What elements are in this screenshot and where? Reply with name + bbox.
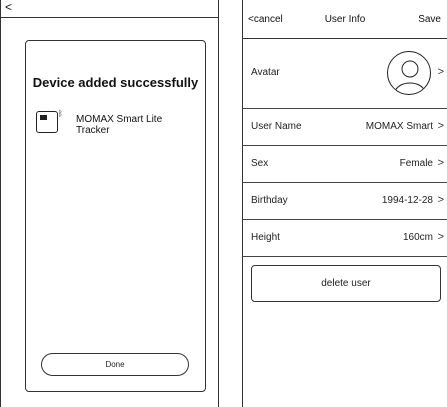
user-info-screen: <cancel User Info Save Avatar > User Nam… [242, 0, 447, 407]
user-name-row[interactable]: User Name MOMAX Smart > [243, 109, 447, 146]
height-value: 160cm [402, 232, 433, 243]
chevron-right-icon: > [437, 157, 444, 169]
user-name-value: MOMAX Smart [365, 121, 433, 132]
chevron-right-icon: > [437, 66, 444, 78]
page-title: User Info [324, 14, 366, 25]
card-title: Device added successfully [32, 75, 199, 90]
avatar-label: Avatar [251, 67, 280, 78]
birthday-value: 1994-12-28 [381, 195, 433, 206]
chevron-right-icon: > [437, 194, 444, 206]
chevron-right-icon: > [437, 231, 444, 243]
birthday-label: Birthday [251, 195, 288, 206]
avatar-icon[interactable] [387, 51, 431, 95]
device-name: MOMAX Smart Lite Tracker [76, 114, 163, 136]
height-label: Height [251, 232, 280, 243]
done-button[interactable]: Done [41, 353, 189, 376]
chevron-right-icon: > [437, 120, 444, 132]
user-name-label: User Name [251, 121, 302, 132]
cancel-button[interactable]: <cancel [248, 14, 283, 25]
tracker-device-icon [36, 111, 58, 133]
device-added-screen: < Device added successfully ᛒ MOMAX Smar… [0, 0, 219, 407]
sex-label: Sex [251, 158, 269, 169]
device-added-card: Device added successfully ᛒ MOMAX Smart … [25, 40, 206, 392]
birthday-row[interactable]: Birthday 1994-12-28 > [243, 183, 447, 220]
top-bar: < [1, 0, 218, 18]
save-button[interactable]: Save [418, 14, 441, 25]
delete-user-button[interactable]: delete user [251, 265, 441, 302]
nav-bar: <cancel User Info Save [243, 0, 447, 39]
chevron-left-icon[interactable]: < [5, 0, 12, 14]
avatar-row[interactable]: Avatar > [243, 39, 447, 109]
device-list-item: ᛒ MOMAX Smart Lite Tracker [36, 109, 196, 151]
sex-row[interactable]: Sex Female > [243, 146, 447, 183]
bluetooth-icon: ᛒ [58, 109, 63, 118]
sex-value: Female [399, 158, 433, 169]
height-row[interactable]: Height 160cm > [243, 220, 447, 257]
